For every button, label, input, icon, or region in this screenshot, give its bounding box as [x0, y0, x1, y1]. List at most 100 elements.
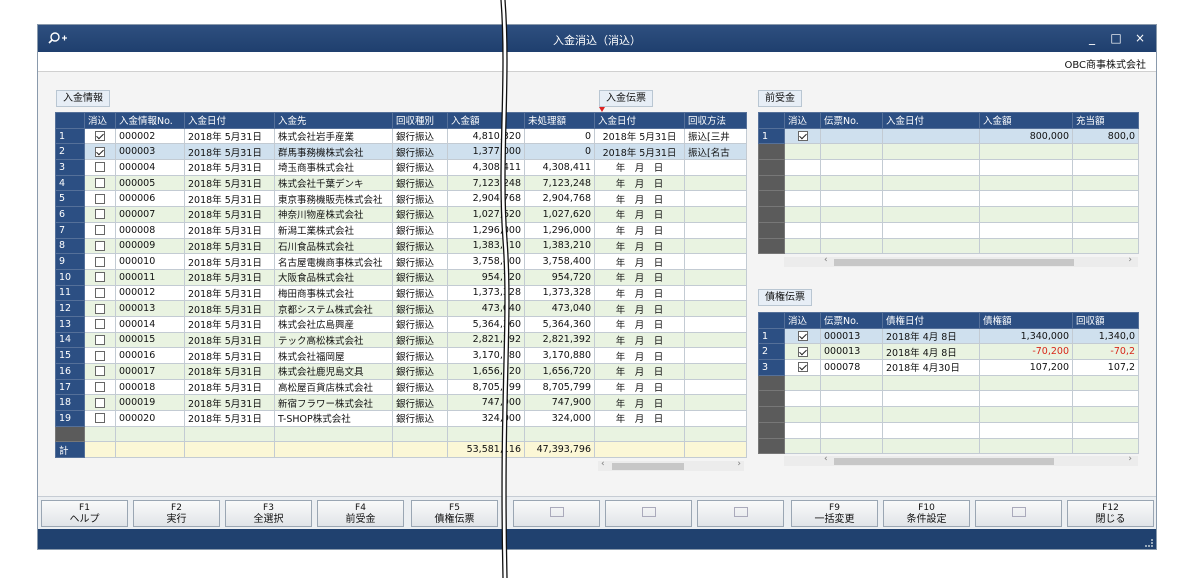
reconcile-checkbox[interactable] [95, 382, 105, 393]
amount-cell[interactable]: 2,821,392 [447, 331, 525, 349]
table-row[interactable]: 11 000012 2018年 5月31日 梅田商事株式会社 銀行振込 1,373,328… [55, 284, 747, 302]
payment-date-cell[interactable]: 2018年 5月31日 [184, 347, 275, 364]
unprocessed-cell[interactable]: 473,040 [524, 300, 595, 317]
payer-cell[interactable]: 東京事務機販売株式会社 [274, 190, 393, 208]
table-row[interactable]: 6 000007 2018年 5月31日 神奈川物産株式会社 銀行振込 1,027,620… [55, 206, 747, 223]
table-row[interactable]: 1 800,000 800,0 [758, 127, 1139, 145]
amount-cell[interactable]: 1,373,328 [447, 284, 525, 302]
empty-cell[interactable] [784, 174, 821, 192]
empty-cell[interactable] [84, 425, 116, 443]
column-header[interactable]: 入金日付 [882, 112, 980, 129]
check-cell[interactable] [84, 159, 116, 176]
table-row[interactable]: 14 000015 2018年 5月31日 テック高松株式会社 銀行振込 2,821,39… [55, 331, 747, 349]
table-row[interactable]: 12 000013 2018年 5月31日 京都システム株式会社 銀行振込 473,040… [55, 300, 747, 317]
close-button[interactable]: × [1132, 30, 1148, 46]
column-header[interactable]: 債権日付 [882, 312, 980, 329]
column-header[interactable]: 入金情報No. [115, 112, 185, 129]
payer-cell[interactable]: 京都システム株式会社 [274, 300, 393, 317]
payment-no-cell[interactable]: 000014 [115, 315, 185, 333]
payer-cell[interactable]: 株式会社広島興産 [274, 315, 393, 333]
payment-no-cell[interactable]: 000016 [115, 347, 185, 364]
collection-type-cell[interactable]: 銀行振込 [392, 394, 448, 412]
payment-no-cell[interactable]: 000002 [115, 127, 185, 145]
table-row[interactable]: 5 000006 2018年 5月31日 東京事務機販売株式会社 銀行振込 2,904,7… [55, 190, 747, 208]
check-cell[interactable] [84, 410, 116, 427]
payer-cell[interactable]: 株式会社岩手産業 [274, 127, 393, 145]
reconcile-checkbox[interactable] [95, 162, 105, 173]
reconcile-checkbox[interactable] [797, 131, 808, 142]
empty-cell[interactable] [820, 390, 883, 408]
scroll-thumb[interactable] [834, 458, 1054, 465]
column-header[interactable] [55, 112, 85, 129]
empty-cell[interactable] [784, 406, 821, 423]
table-row[interactable]: 3 000078 2018年 4月30日 107,200 107,2 [758, 359, 1139, 376]
unprocessed-cell[interactable]: 7,123,248 [524, 174, 595, 192]
check-cell[interactable] [84, 253, 116, 270]
empty-cell[interactable] [1072, 237, 1139, 255]
unprocessed-cell[interactable]: 8,705,799 [524, 378, 595, 396]
empty-cell[interactable] [184, 425, 275, 443]
payment-no-cell[interactable]: 000015 [115, 331, 185, 349]
payer-cell[interactable]: 石川食品株式会社 [274, 237, 393, 255]
method-cell[interactable] [684, 221, 747, 239]
method-cell[interactable] [684, 284, 747, 302]
check-cell[interactable] [84, 268, 116, 286]
unprocessed-cell[interactable]: 1,296,000 [524, 221, 595, 239]
empty-cell[interactable] [820, 421, 883, 439]
table-row[interactable] [758, 406, 1139, 423]
method-cell[interactable] [684, 410, 747, 427]
receivable-table-scrollbar[interactable]: ‹ › [784, 454, 1138, 466]
table-row[interactable]: 2 000003 2018年 5月31日 群馬事務機株式会社 銀行振込 1,377,000… [55, 143, 747, 161]
empty-cell[interactable] [979, 421, 1073, 439]
amount-cell[interactable]: 5,364,360 [447, 315, 525, 333]
empty-cell[interactable] [784, 374, 821, 392]
empty-cell[interactable] [979, 206, 1073, 223]
payment-date-cell[interactable]: 2018年 5月31日 [184, 300, 275, 317]
slip-no-cell[interactable]: 000013 [820, 343, 883, 361]
amount-cell[interactable]: 800,000 [979, 127, 1073, 145]
scroll-right-icon[interactable]: › [1128, 255, 1132, 265]
payment-no-cell[interactable]: 000004 [115, 159, 185, 176]
empty-cell[interactable] [784, 421, 821, 439]
slip-no-cell[interactable] [820, 127, 883, 145]
unprocessed-cell[interactable]: 954,720 [524, 268, 595, 286]
empty-cell[interactable] [882, 221, 980, 239]
amount-cell[interactable]: 3,758,400 [447, 253, 525, 270]
method-cell[interactable] [684, 253, 747, 270]
slip-date-cell[interactable]: 年 月 日 [594, 394, 685, 412]
empty-cell[interactable] [979, 174, 1073, 192]
method-cell[interactable] [684, 394, 747, 412]
empty-cell[interactable] [784, 221, 821, 239]
unprocessed-cell[interactable]: 2,821,392 [524, 331, 595, 349]
empty-cell[interactable] [784, 143, 821, 161]
slip-date-cell[interactable]: 年 月 日 [594, 159, 685, 176]
slip-date-cell[interactable]: 年 月 日 [594, 221, 685, 239]
empty-cell[interactable] [820, 159, 883, 176]
method-cell[interactable] [684, 378, 747, 396]
fkey-f12-button[interactable]: F12 閉じる [1067, 500, 1154, 527]
slip-date-cell[interactable]: 年 月 日 [594, 253, 685, 270]
slip-date-cell[interactable]: 年 月 日 [594, 363, 685, 380]
fkey-empty-button[interactable] [605, 500, 692, 527]
empty-cell[interactable] [784, 190, 821, 208]
table-row[interactable]: 9 000010 2018年 5月31日 名古屋電機商事株式会社 銀行振込 3,758,4… [55, 253, 747, 270]
empty-cell[interactable] [1072, 221, 1139, 239]
payer-cell[interactable]: 新潟工業株式会社 [274, 221, 393, 239]
slip-date-cell[interactable]: 年 月 日 [594, 268, 685, 286]
reconcile-checkbox[interactable] [95, 272, 105, 283]
empty-cell[interactable] [979, 406, 1073, 423]
empty-cell[interactable] [820, 206, 883, 223]
method-cell[interactable] [684, 237, 747, 255]
unprocessed-cell[interactable]: 0 [524, 127, 595, 145]
scroll-right-icon[interactable]: › [737, 459, 741, 469]
unprocessed-cell[interactable]: 4,308,411 [524, 159, 595, 176]
empty-cell[interactable] [1072, 374, 1139, 392]
empty-cell[interactable] [979, 143, 1073, 161]
check-cell[interactable] [84, 221, 116, 239]
amount-cell[interactable]: 1,027,620 [447, 206, 525, 223]
column-header[interactable] [758, 112, 785, 129]
empty-cell[interactable] [882, 159, 980, 176]
empty-cell[interactable] [784, 237, 821, 255]
receivable-date-cell[interactable]: 2018年 4月30日 [882, 359, 980, 376]
slip-no-cell[interactable]: 000013 [820, 327, 883, 345]
